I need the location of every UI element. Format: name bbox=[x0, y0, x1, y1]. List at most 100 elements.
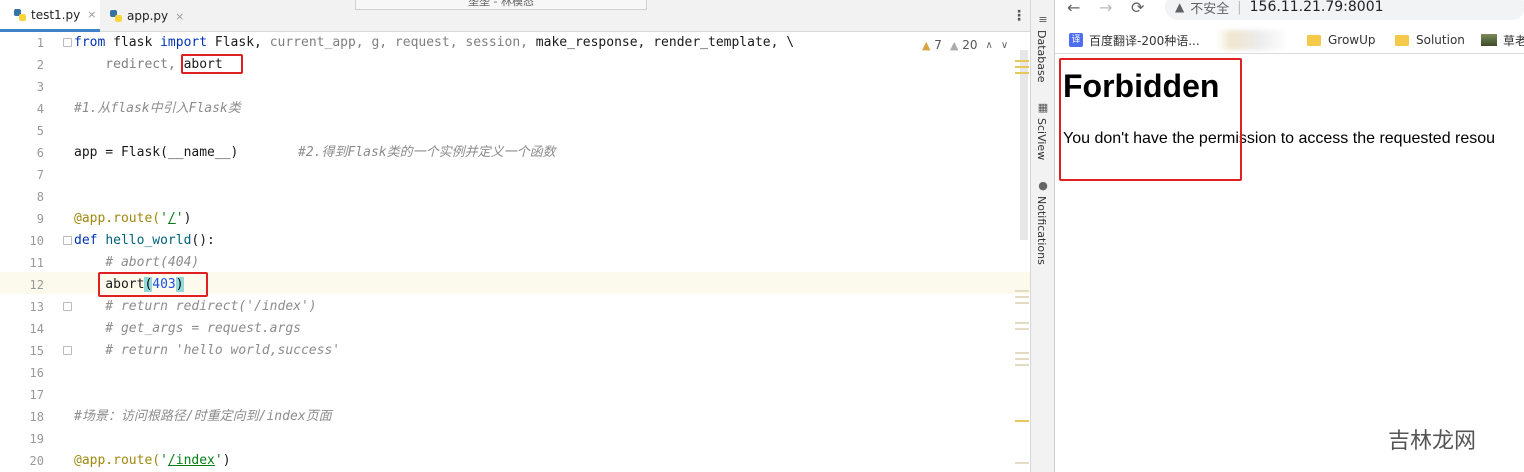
forward-icon[interactable]: → bbox=[1099, 0, 1112, 16]
stripe-marker[interactable] bbox=[1015, 358, 1029, 360]
line-number: 3 bbox=[36, 80, 44, 94]
python-file-icon bbox=[14, 8, 26, 21]
weak-warning-count: ▲ 20 bbox=[949, 38, 978, 52]
line-number: 11 bbox=[29, 256, 44, 270]
stripe-marker[interactable] bbox=[1015, 60, 1029, 62]
code-line-18: #场景：访问根路径/时重定向到/index页面 bbox=[74, 409, 332, 424]
stripe-marker[interactable] bbox=[1015, 66, 1029, 68]
line-number: 7 bbox=[36, 168, 44, 182]
not-secure-warning-icon[interactable]: ▲ bbox=[1175, 0, 1184, 14]
line-number: 5 bbox=[36, 124, 44, 138]
divider: | bbox=[1237, 0, 1242, 15]
stripe-marker[interactable] bbox=[1015, 364, 1029, 366]
line-number: 4 bbox=[36, 102, 44, 116]
stripe-marker[interactable] bbox=[1015, 462, 1029, 464]
right-tool-strip: ≡ Database ▦ SciView ● Notifications bbox=[1030, 0, 1054, 472]
inspection-widget[interactable]: ▲ 7 ▲ 20 ∧ ∨ bbox=[922, 38, 1008, 52]
highlight-box-forbidden bbox=[1059, 58, 1242, 181]
code-line-6: app = Flask(__name__) #2.得到Flask类的一个实例并定义… bbox=[74, 145, 556, 160]
code-editor[interactable]: from flask import Flask, current_app, g,… bbox=[72, 32, 1030, 472]
code-line-14: # get_args = request.args bbox=[74, 321, 301, 336]
back-icon[interactable]: ← bbox=[1067, 0, 1080, 16]
line-number: 14 bbox=[29, 322, 44, 336]
tab-label: app.py bbox=[127, 9, 169, 23]
bookmark-solution[interactable]: Solution bbox=[1395, 31, 1465, 49]
bookmark-baidu-translate[interactable]: 译 百度翻译-200种语... bbox=[1069, 31, 1200, 49]
blurred-bookmark bbox=[1217, 30, 1287, 50]
browser-window: ← → ⟳ ▲ 不安全 | 156.11.21.79:8001 译 百度翻译-2… bbox=[1054, 0, 1524, 472]
highlight-box-abort-call bbox=[98, 272, 208, 297]
more-options-icon[interactable]: ⋮ bbox=[1012, 8, 1026, 24]
database-tool[interactable]: Database bbox=[1035, 30, 1048, 83]
line-number: 10 bbox=[29, 234, 44, 248]
fold-marker-icon[interactable] bbox=[63, 302, 72, 311]
folder-icon bbox=[1395, 34, 1409, 46]
close-icon[interactable]: × bbox=[175, 10, 184, 23]
browser-toolbar: ← → ⟳ ▲ 不安全 | 156.11.21.79:8001 bbox=[1055, 0, 1524, 22]
stripe-marker[interactable] bbox=[1015, 290, 1029, 292]
bookmark-growup[interactable]: GrowUp bbox=[1307, 31, 1376, 49]
line-number: 16 bbox=[29, 366, 44, 380]
fold-marker-icon[interactable] bbox=[63, 38, 72, 47]
notifications-bell-icon[interactable]: ● bbox=[1037, 180, 1049, 192]
stripe-marker[interactable] bbox=[1015, 328, 1029, 330]
weak-warning-icon: ▲ bbox=[949, 39, 959, 52]
chevron-up-icon[interactable]: ∧ bbox=[986, 40, 993, 51]
bookmarks-bar: 译 百度翻译-200种语... GrowUp Solution 草老 bbox=[1055, 26, 1524, 54]
line-number: 19 bbox=[29, 432, 44, 446]
line-number: 12 bbox=[29, 278, 44, 292]
sciview-tool[interactable]: SciView bbox=[1035, 118, 1048, 160]
notifications-tool[interactable]: Notifications bbox=[1035, 196, 1048, 265]
line-number: 17 bbox=[29, 388, 44, 402]
tab-test1-py[interactable]: test1.py × bbox=[0, 0, 100, 32]
code-line-13: # return redirect('/index') bbox=[74, 299, 317, 314]
python-file-icon bbox=[110, 10, 122, 22]
stripe-marker[interactable] bbox=[1015, 72, 1029, 74]
stripe-marker[interactable] bbox=[1015, 322, 1029, 324]
fold-marker-icon[interactable] bbox=[63, 346, 72, 355]
address-bar[interactable]: ▲ 不安全 | 156.11.21.79:8001 bbox=[1165, 0, 1524, 20]
warning-icon: ▲ bbox=[922, 39, 931, 52]
security-label[interactable]: 不安全 bbox=[1190, 0, 1229, 17]
tab-label: test1.py bbox=[31, 7, 81, 22]
stripe-marker[interactable] bbox=[1015, 296, 1029, 298]
folder-icon bbox=[1307, 34, 1321, 46]
window-title-fragment: 垄垄 - 林模态 bbox=[355, 0, 647, 10]
error-stripe bbox=[1014, 32, 1030, 472]
highlight-box-abort-import bbox=[181, 54, 243, 74]
line-number: 6 bbox=[36, 146, 44, 160]
code-line-1: from flask import Flask, current_app, g,… bbox=[74, 35, 795, 50]
tab-app-py[interactable]: app.py × bbox=[96, 0, 186, 32]
bookmark-caolao[interactable]: 草老 bbox=[1481, 31, 1524, 49]
url-text[interactable]: 156.11.21.79:8001 bbox=[1250, 0, 1384, 15]
bookmark-label: GrowUp bbox=[1328, 33, 1376, 47]
line-number: 13 bbox=[29, 300, 44, 314]
line-number: 20 bbox=[29, 454, 44, 468]
chevron-down-icon[interactable]: ∨ bbox=[1001, 40, 1008, 51]
bookmark-label: Solution bbox=[1416, 33, 1465, 47]
warning-count: ▲ 7 bbox=[922, 38, 942, 52]
line-number: 15 bbox=[29, 344, 44, 358]
code-line-10: def hello_world(): bbox=[74, 233, 215, 248]
image-icon bbox=[1481, 34, 1497, 46]
stripe-marker[interactable] bbox=[1015, 302, 1029, 304]
code-line-15: # return 'hello world,success' bbox=[74, 343, 341, 358]
translate-icon: 译 bbox=[1069, 33, 1083, 47]
code-line-20: @app.route('/index') bbox=[74, 453, 231, 468]
line-number: 1 bbox=[36, 36, 44, 50]
reload-icon[interactable]: ⟳ bbox=[1131, 0, 1144, 16]
bookmark-label: 百度翻译-200种语... bbox=[1089, 33, 1200, 48]
code-line-9: @app.route('/') bbox=[74, 211, 192, 226]
code-line-4: #1.从flask中引入Flask类 bbox=[74, 101, 241, 116]
line-number: 9 bbox=[36, 212, 44, 226]
stripe-marker[interactable] bbox=[1015, 420, 1029, 422]
sciview-icon[interactable]: ▦ bbox=[1037, 102, 1049, 114]
fold-marker-icon[interactable] bbox=[63, 236, 72, 245]
current-line-highlight bbox=[72, 272, 1030, 294]
line-number: 18 bbox=[29, 410, 44, 424]
database-icon[interactable]: ≡ bbox=[1037, 14, 1049, 26]
stripe-marker[interactable] bbox=[1015, 352, 1029, 354]
ide-window: test1.py × app.py × 垄垄 - 林模态 ⋮ 1 2 3 4 5… bbox=[0, 0, 1054, 472]
editor-tab-bar: test1.py × app.py × 垄垄 - 林模态 ⋮ bbox=[0, 0, 1030, 32]
watermark: 吉林龙网 bbox=[1388, 429, 1477, 454]
